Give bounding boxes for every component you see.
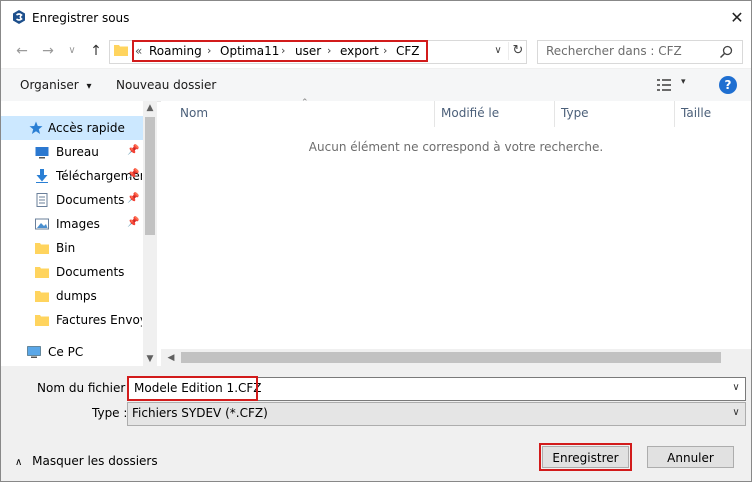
star-icon [29, 121, 43, 134]
breadcrumb-item[interactable]: Optima11 [220, 44, 279, 58]
sidebar-item-downloads[interactable]: Téléchargements 📌 [1, 164, 143, 188]
folder-icon [35, 267, 49, 278]
sidebar-item-bin[interactable]: Bin [1, 236, 143, 260]
search-input[interactable]: Rechercher dans : CFZ [546, 44, 682, 58]
file-type-value: Fichiers SYDEV (*.CFZ) [132, 406, 268, 420]
scroll-down-arrow[interactable]: ▼ [143, 352, 157, 366]
column-divider[interactable] [674, 101, 675, 127]
breadcrumb-item[interactable]: CFZ [396, 44, 420, 58]
pin-icon: 📌 [127, 169, 140, 180]
hide-folders-label: Masquer les dossiers [32, 454, 158, 468]
pin-icon: 📌 [127, 217, 140, 228]
filename-highlight-box [127, 376, 258, 401]
sidebar-item-quick-access[interactable]: Accès rapide [1, 116, 143, 140]
breadcrumb-item[interactable]: export [340, 44, 379, 58]
chevron-right-icon[interactable]: › [383, 44, 387, 57]
sidebar-scrollbar[interactable]: ▲ ▼ [143, 101, 157, 366]
navigation-pane: Accès rapide Bureau 📌 Téléchargements 📌 … [1, 101, 157, 366]
column-header-type[interactable]: Type [561, 106, 589, 120]
column-header-modified[interactable]: Modifié le [441, 106, 499, 120]
view-options-icon[interactable] [657, 78, 671, 92]
sidebar-item-desktop[interactable]: Bureau 📌 [1, 140, 143, 164]
filename-label: Nom du fichier : [37, 381, 134, 395]
file-list-hscrollbar[interactable]: ◀ [161, 349, 751, 366]
sidebar-item-label: dumps [56, 289, 97, 303]
organize-menu-button[interactable]: Organiser ▾ [20, 78, 92, 92]
column-header-name[interactable]: Nom [180, 106, 208, 120]
folder-icon [114, 45, 128, 56]
sidebar-item-label: Documents [56, 265, 125, 279]
scrollbar-thumb[interactable] [145, 117, 155, 235]
computer-icon [27, 346, 41, 358]
scroll-up-arrow[interactable]: ▲ [143, 101, 157, 115]
window-title: Enregistrer sous [32, 11, 130, 25]
close-button[interactable]: ✕ [724, 5, 750, 31]
up-button[interactable]: ↑ [87, 41, 105, 61]
address-bar[interactable]: « Roaming › Optima11 › user › export › C… [109, 40, 527, 64]
title-bar: Enregistrer sous ✕ [1, 1, 751, 35]
hide-folders-button[interactable]: ∧ Masquer les dossiers [15, 454, 158, 468]
folder-icon [35, 243, 49, 254]
sidebar-item-label: Factures Envoyees [56, 313, 142, 327]
chevron-right-icon[interactable]: › [281, 44, 285, 57]
scrollbar-thumb[interactable] [181, 352, 721, 363]
empty-state-message: Aucun élément ne correspond à votre rech… [308, 140, 604, 154]
sidebar-item-images[interactable]: Images 📌 [1, 212, 143, 236]
sidebar-item-this-pc[interactable]: Ce PC [1, 340, 143, 364]
sidebar-item-factures[interactable]: Factures Envoyees [1, 308, 143, 332]
file-list-pane: ⌃ Nom Modifié le Type Taille Aucun éléme… [161, 98, 751, 366]
download-icon [36, 169, 48, 183]
column-divider[interactable] [434, 101, 435, 127]
chevron-right-icon[interactable]: › [207, 44, 211, 57]
desktop-icon [35, 147, 49, 159]
sidebar-item-label: Accès rapide [48, 121, 125, 135]
folder-icon [35, 291, 49, 302]
type-label: Type : [92, 406, 128, 420]
save-highlight-box [539, 443, 632, 471]
help-icon[interactable]: ? [719, 76, 737, 94]
recent-locations-button[interactable]: ∨ [63, 41, 81, 61]
search-icon[interactable] [718, 44, 734, 60]
chevron-right-icon[interactable]: › [327, 44, 331, 57]
cancel-button[interactable]: Annuler [647, 446, 734, 468]
breadcrumb-item[interactable]: Roaming [149, 44, 202, 58]
breadcrumb-item[interactable]: user [295, 44, 321, 58]
command-bar: Organiser ▾ Nouveau dossier ▾ ? [1, 68, 751, 102]
chevron-down-icon[interactable]: ∨ [729, 405, 743, 421]
save-form: Nom du fichier : Modele Edition 1.CFZ ∨ … [1, 366, 751, 481]
pin-icon: 📌 [127, 193, 140, 204]
save-as-dialog: Enregistrer sous ✕ ← → ∨ ↑ « Roaming › O… [0, 0, 752, 482]
pin-icon: 📌 [127, 145, 140, 156]
sidebar-item-label: Bin [56, 241, 76, 255]
app-logo-icon [13, 10, 25, 24]
documents-icon [36, 193, 48, 207]
forward-button[interactable]: → [39, 41, 57, 61]
folder-icon [35, 315, 49, 326]
search-box[interactable]: Rechercher dans : CFZ [537, 40, 743, 64]
new-folder-button[interactable]: Nouveau dossier [116, 78, 216, 92]
organize-label: Organiser [20, 78, 79, 92]
column-header-size[interactable]: Taille [681, 106, 711, 120]
sort-ascending-icon: ⌃ [301, 98, 309, 108]
sidebar-item-dumps[interactable]: dumps [1, 284, 143, 308]
chevron-up-icon: ∧ [15, 457, 23, 468]
column-divider[interactable] [554, 101, 555, 127]
breadcrumb-overflow[interactable]: « [135, 44, 142, 58]
scroll-left-arrow[interactable]: ◀ [164, 351, 178, 365]
back-button[interactable]: ← [13, 41, 31, 61]
chevron-down-icon[interactable]: ∨ [729, 380, 743, 396]
view-dropdown-button[interactable]: ▾ [681, 77, 686, 87]
sidebar-item-label: Ce PC [48, 345, 84, 359]
sidebar-item-documents-folder[interactable]: Documents [1, 260, 143, 284]
refresh-icon[interactable]: ↻ [508, 42, 527, 60]
images-icon [35, 218, 49, 230]
caret-down-icon: ▾ [86, 81, 92, 92]
chevron-down-icon[interactable]: ∨ [490, 43, 506, 59]
file-type-select[interactable]: Fichiers SYDEV (*.CFZ) ∨ [127, 402, 746, 426]
sidebar-item-documents[interactable]: Documents 📌 [1, 188, 143, 212]
